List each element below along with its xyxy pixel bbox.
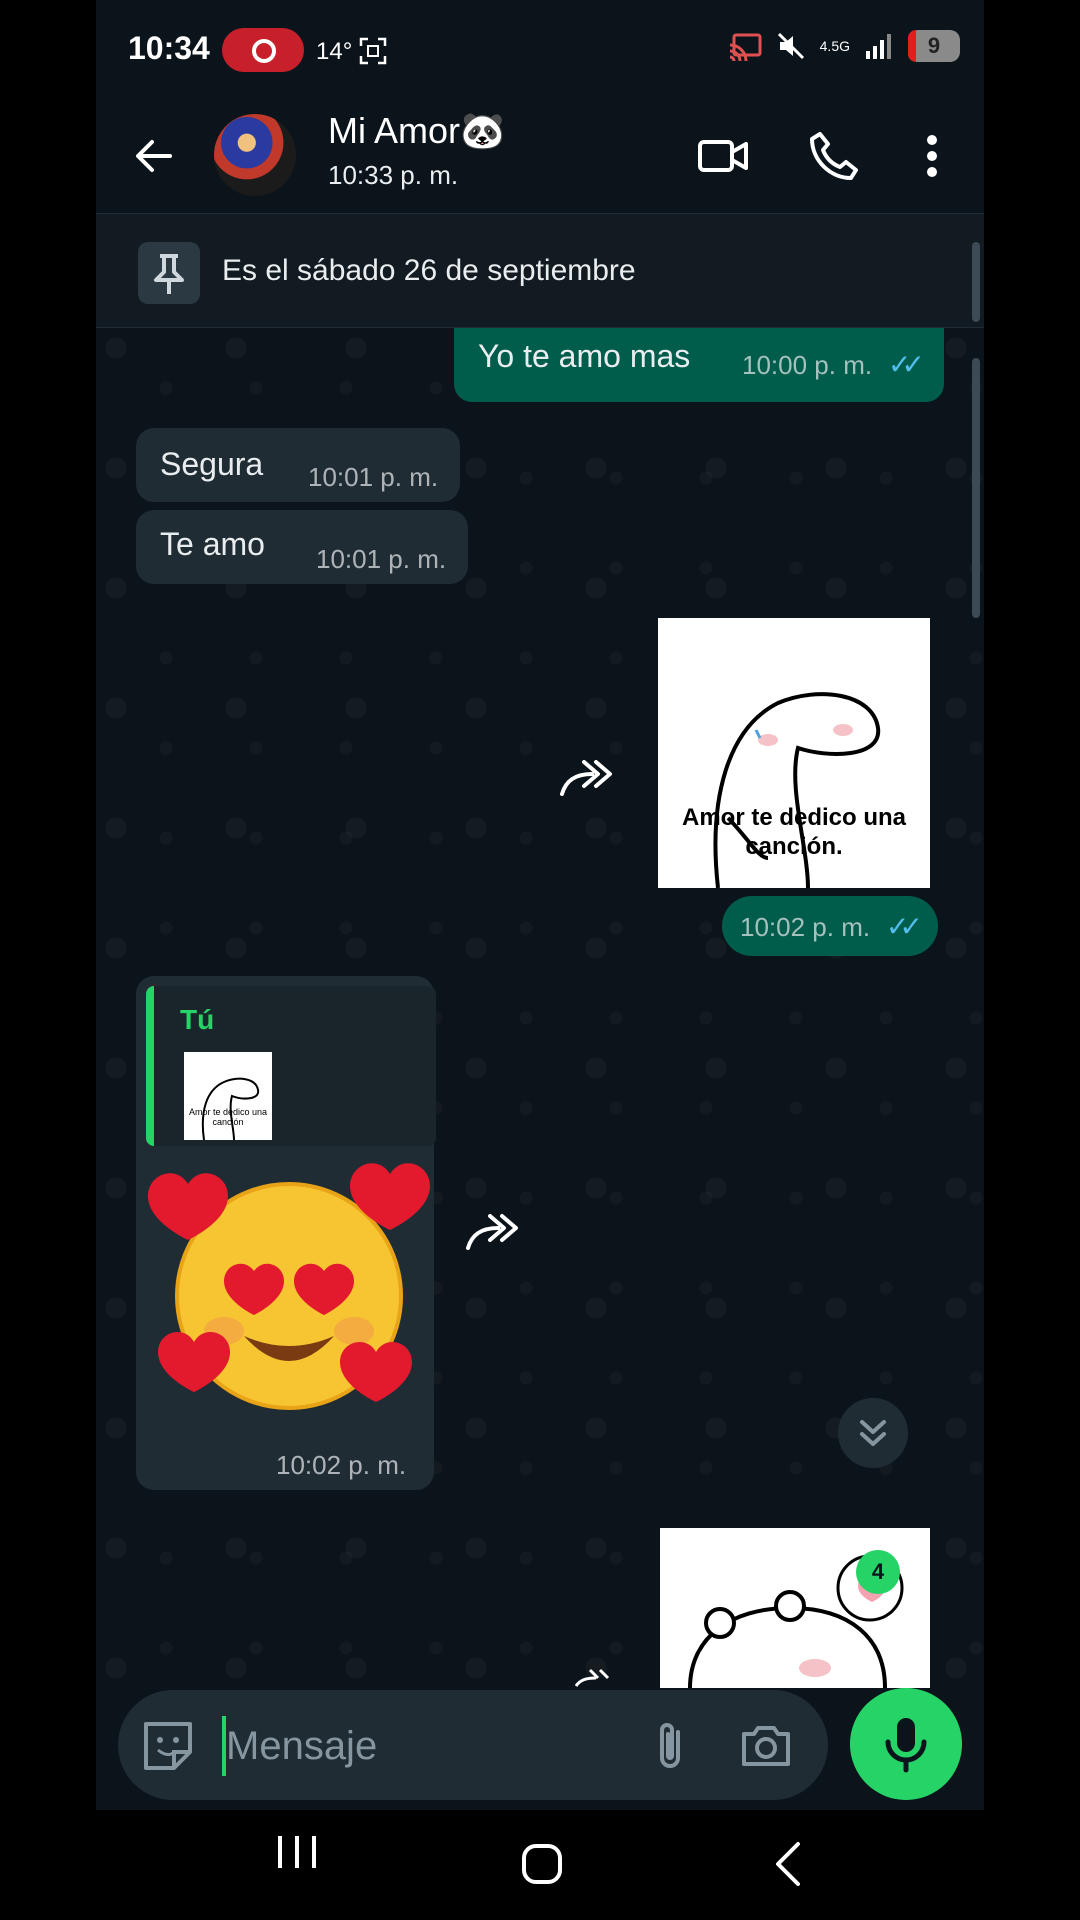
status-time: 10:34 bbox=[128, 30, 210, 66]
recent-apps-lines-icon[interactable] bbox=[272, 1832, 322, 1872]
message-bubble-incoming[interactable]: Segura 10:01 p. m. bbox=[136, 428, 460, 502]
sticker-image[interactable]: Amor te dedico una canción. bbox=[658, 618, 930, 888]
message-time: 10:00 p. m. bbox=[742, 350, 873, 380]
chat-scrollbar[interactable] bbox=[972, 358, 980, 618]
screen-record-icon bbox=[222, 28, 304, 72]
message-time: 10:01 p. m. bbox=[316, 544, 447, 574]
message-text: Segura bbox=[160, 446, 264, 482]
signal-icon bbox=[866, 34, 891, 59]
read-receipt-icon: ✓✓ bbox=[888, 349, 925, 380]
pinned-scrollbar[interactable] bbox=[972, 242, 980, 322]
bear-sticker-illustration bbox=[688, 1554, 904, 1688]
whatsapp-chat-screen: 10:34 14° 4.5G 9 Mi Amor🐼 10:33 p. m. Es… bbox=[96, 0, 984, 1920]
quoted-sticker-thumbnail: Amor te dedico una canción bbox=[184, 1052, 272, 1141]
back-arrow-icon[interactable] bbox=[126, 128, 182, 184]
home-icon[interactable] bbox=[502, 1830, 582, 1900]
attach-paperclip-icon[interactable] bbox=[640, 1716, 700, 1776]
read-receipt-icon: ✓✓ bbox=[886, 911, 923, 942]
message-time: 10:01 p. m. bbox=[308, 462, 439, 492]
left-letterbox bbox=[0, 0, 96, 1920]
quoted-message[interactable]: Tú Amor te dedico una canción bbox=[146, 986, 436, 1146]
cast-icon bbox=[729, 33, 762, 61]
last-seen: 10:33 p. m. bbox=[328, 160, 459, 190]
message-text: Te amo bbox=[160, 526, 265, 562]
message-text: Yo te amo mas bbox=[478, 338, 691, 374]
message-bubble-outgoing[interactable]: Yo te amo mas 10:00 p. m. ✓✓ bbox=[454, 328, 944, 402]
status-right-icons: 4.5G 9 bbox=[728, 30, 960, 62]
sticker-caption: Amor te dedico una canción. bbox=[681, 804, 907, 860]
sticker-image[interactable] bbox=[660, 1528, 930, 1688]
video-call-icon[interactable] bbox=[696, 128, 752, 184]
message-time: 10:02 p. m. bbox=[276, 1450, 407, 1480]
heart-eyes-emoji-icon bbox=[148, 1163, 430, 1410]
message-input[interactable] bbox=[226, 1716, 626, 1776]
pinned-message-banner[interactable]: Es el sábado 26 de septiembre bbox=[96, 214, 984, 328]
system-back-icon[interactable] bbox=[750, 1830, 830, 1900]
camera-icon[interactable] bbox=[736, 1716, 796, 1776]
voice-call-icon[interactable] bbox=[806, 128, 862, 184]
battery-icon: 9 bbox=[908, 30, 960, 62]
chat-header: Mi Amor🐼 10:33 p. m. bbox=[96, 100, 984, 214]
sticker-emoji-icon[interactable] bbox=[138, 1716, 198, 1776]
more-options-icon[interactable] bbox=[904, 128, 960, 184]
message-time: 10:02 p. m. bbox=[740, 912, 871, 942]
status-temperature: 14° bbox=[316, 38, 353, 65]
contact-avatar[interactable] bbox=[214, 114, 296, 196]
quoted-thumb-caption: Amor te dedico una canción bbox=[188, 1107, 268, 1127]
system-navigation-bar bbox=[0, 1810, 1080, 1920]
status-bar: 10:34 14° 4.5G 9 bbox=[96, 0, 984, 100]
message-list[interactable]: Yo te amo mas 10:00 p. m. ✓✓ Segura 10:0… bbox=[96, 328, 984, 1688]
microphone-button[interactable] bbox=[850, 1688, 962, 1800]
sticker-time-pill: 10:02 p. m. ✓✓ bbox=[722, 896, 938, 956]
forward-icon[interactable] bbox=[556, 754, 616, 804]
pinned-text: Es el sábado 26 de septiembre bbox=[222, 254, 636, 287]
reply-message-bubble[interactable]: Tú Amor te dedico una canción 10:02 p. m… bbox=[136, 976, 436, 1490]
scroll-to-bottom-button[interactable] bbox=[838, 1398, 908, 1468]
unread-count-badge[interactable]: 4 bbox=[856, 1550, 900, 1594]
forward-icon[interactable] bbox=[572, 1668, 612, 1688]
screenshot-icon bbox=[359, 37, 387, 65]
mute-icon bbox=[777, 32, 804, 60]
right-letterbox bbox=[984, 0, 1080, 1920]
forward-icon[interactable] bbox=[462, 1208, 522, 1258]
quoted-author: Tú bbox=[180, 1004, 215, 1035]
network-type: 4.5G bbox=[819, 38, 850, 54]
message-bubble-incoming[interactable]: Te amo 10:01 p. m. bbox=[136, 510, 468, 584]
pin-icon bbox=[138, 242, 200, 304]
contact-name[interactable]: Mi Amor🐼 bbox=[328, 110, 505, 152]
message-composer bbox=[118, 1690, 828, 1800]
